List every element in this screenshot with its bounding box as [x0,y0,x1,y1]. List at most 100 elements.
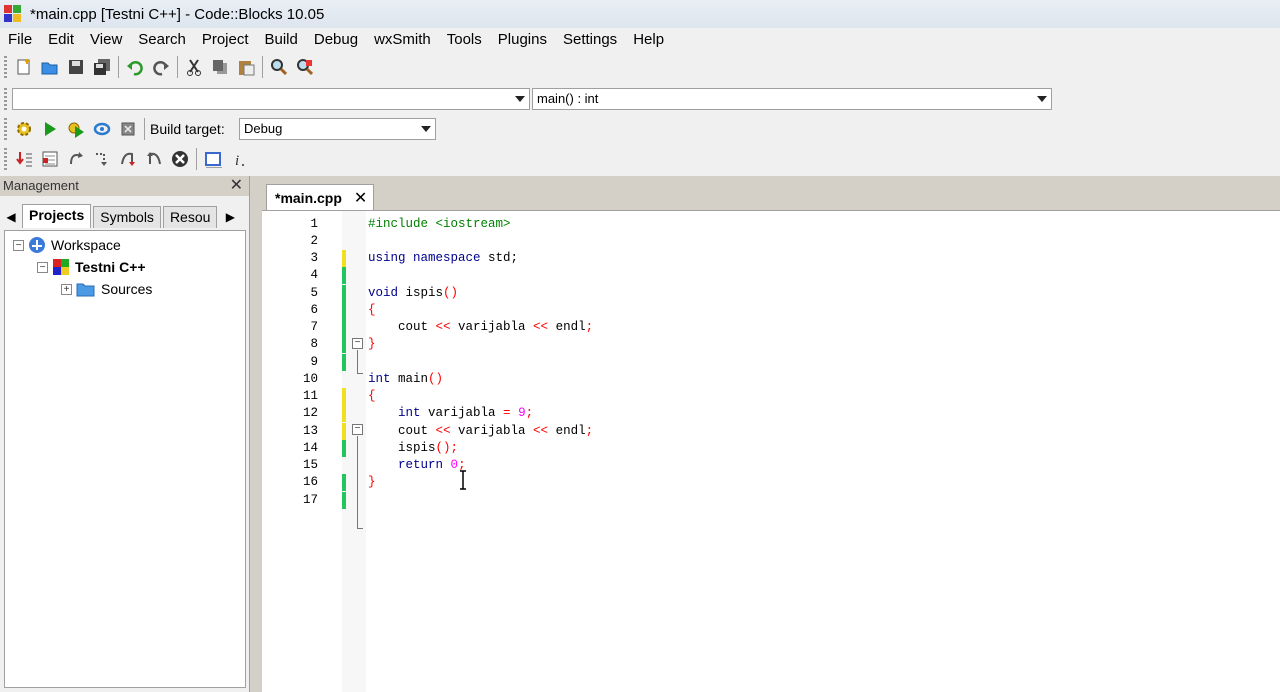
code-editor[interactable]: − − 1 #include <iostream> 2 3 using name… [262,210,1280,692]
change-marker-modified [342,388,346,405]
info-icon[interactable]: i [226,147,252,171]
menu-tools[interactable]: Tools [439,29,490,51]
chevron-left-icon[interactable]: ◀ [0,206,22,228]
line-text: cout << varijabla << endl; [368,423,593,440]
toolbar-grip[interactable] [4,148,7,170]
tab-resources[interactable]: Resou [162,206,218,228]
redo-icon[interactable] [148,55,174,79]
menu-file[interactable]: File [0,29,40,51]
code-token: namespace [413,251,481,265]
menu-search[interactable]: Search [130,29,194,51]
build-and-run-icon[interactable] [63,117,89,141]
stop-debugger-icon[interactable] [167,147,193,171]
svg-text:i: i [235,153,239,168]
menu-help[interactable]: Help [625,29,672,51]
save-all-icon[interactable] [89,55,115,79]
code-line: 8 } [262,336,1280,353]
next-line-icon[interactable] [63,147,89,171]
code-token: endl [548,320,586,334]
toolbar-separator [118,56,119,78]
code-line: 4 [262,267,1280,284]
code-line: 11 { [262,388,1280,405]
build-gear-icon[interactable] [11,117,37,141]
project-label: Testni C++ [75,259,146,275]
line-text: ispis(); [368,440,458,457]
abort-icon[interactable] [115,117,141,141]
menu-wxsmith[interactable]: wxSmith [366,29,439,51]
codeblocks-app-icon[interactable] [4,5,22,23]
menu-edit[interactable]: Edit [40,29,82,51]
change-marker-saved [342,336,346,353]
find-icon[interactable] [266,55,292,79]
expand-icon[interactable]: + [61,283,72,295]
save-icon[interactable] [63,55,89,79]
next-instruction-icon[interactable] [89,147,115,171]
menu-plugins[interactable]: Plugins [490,29,555,51]
code-line: 10 int main() [262,371,1280,388]
window-title: *main.cpp [Testni C++] - Code::Blocks 10… [30,5,325,23]
project-icon [53,259,69,275]
toolbar-grip[interactable] [4,88,7,110]
close-icon[interactable]: ✕ [354,188,367,208]
step-out-icon[interactable] [141,147,167,171]
tree-item-sources[interactable]: + Sources [61,279,152,299]
cut-icon[interactable] [181,55,207,79]
code-token: } [368,475,376,489]
line-text: } [368,474,376,491]
scope-select[interactable] [12,88,530,110]
debug-windows-icon[interactable] [200,147,226,171]
menu-project[interactable]: Project [194,29,257,51]
code-token: using [368,251,406,265]
collapse-icon[interactable]: − [37,261,48,273]
management-title: Management [3,178,79,193]
tree-item-workspace[interactable]: − Workspace [13,235,121,255]
paste-icon[interactable] [233,55,259,79]
change-marker-saved [342,319,346,336]
new-file-icon[interactable] [11,55,37,79]
line-number: 16 [302,475,318,489]
collapse-icon[interactable]: − [13,239,24,251]
change-marker-saved [342,285,346,302]
toolbar-grip[interactable] [4,118,7,140]
rebuild-icon[interactable] [89,117,115,141]
toolbar-separator [262,56,263,78]
tree-item-project[interactable]: − Testni C++ [37,257,146,277]
folder-icon [76,283,95,297]
tab-symbols[interactable]: Symbols [93,206,161,228]
tab-main-cpp[interactable]: *main.cpp ✕ [266,184,375,210]
undo-icon[interactable] [122,55,148,79]
fold-line [357,528,363,529]
debug-continue-icon[interactable] [11,147,37,171]
toolbar-separator [144,118,145,140]
code-token: ispis [398,286,444,300]
run-to-cursor-icon[interactable] [37,147,63,171]
replace-icon[interactable] [292,55,318,79]
open-folder-icon[interactable] [37,55,63,79]
step-into-icon[interactable] [115,147,141,171]
close-icon[interactable]: ✕ [230,176,243,196]
menu-build[interactable]: Build [257,29,306,51]
code-token: (); [435,441,459,455]
change-marker-modified [342,423,346,440]
chevron-right-icon[interactable]: ▶ [219,206,241,228]
code-token: varijabla [450,320,534,334]
code-token: void [368,286,399,300]
menu-debug[interactable]: Debug [306,29,366,51]
change-marker-saved [342,492,346,509]
tab-projects[interactable]: Projects [22,204,92,228]
line-text: { [368,388,376,405]
code-token: cout [368,320,436,334]
copy-icon[interactable] [207,55,233,79]
line-number: 13 [302,424,318,438]
code-line: 3 using namespace std; [262,250,1280,267]
code-token: ; [585,424,594,438]
build-target-select[interactable]: Debug [239,118,436,140]
code-token: { [368,303,376,317]
menu-settings[interactable]: Settings [555,29,625,51]
run-icon[interactable] [37,117,63,141]
code-token: int [368,372,391,386]
function-select[interactable]: main() : int [532,88,1052,110]
menu-view[interactable]: View [82,29,130,51]
toolbar-grip[interactable] [4,56,7,78]
